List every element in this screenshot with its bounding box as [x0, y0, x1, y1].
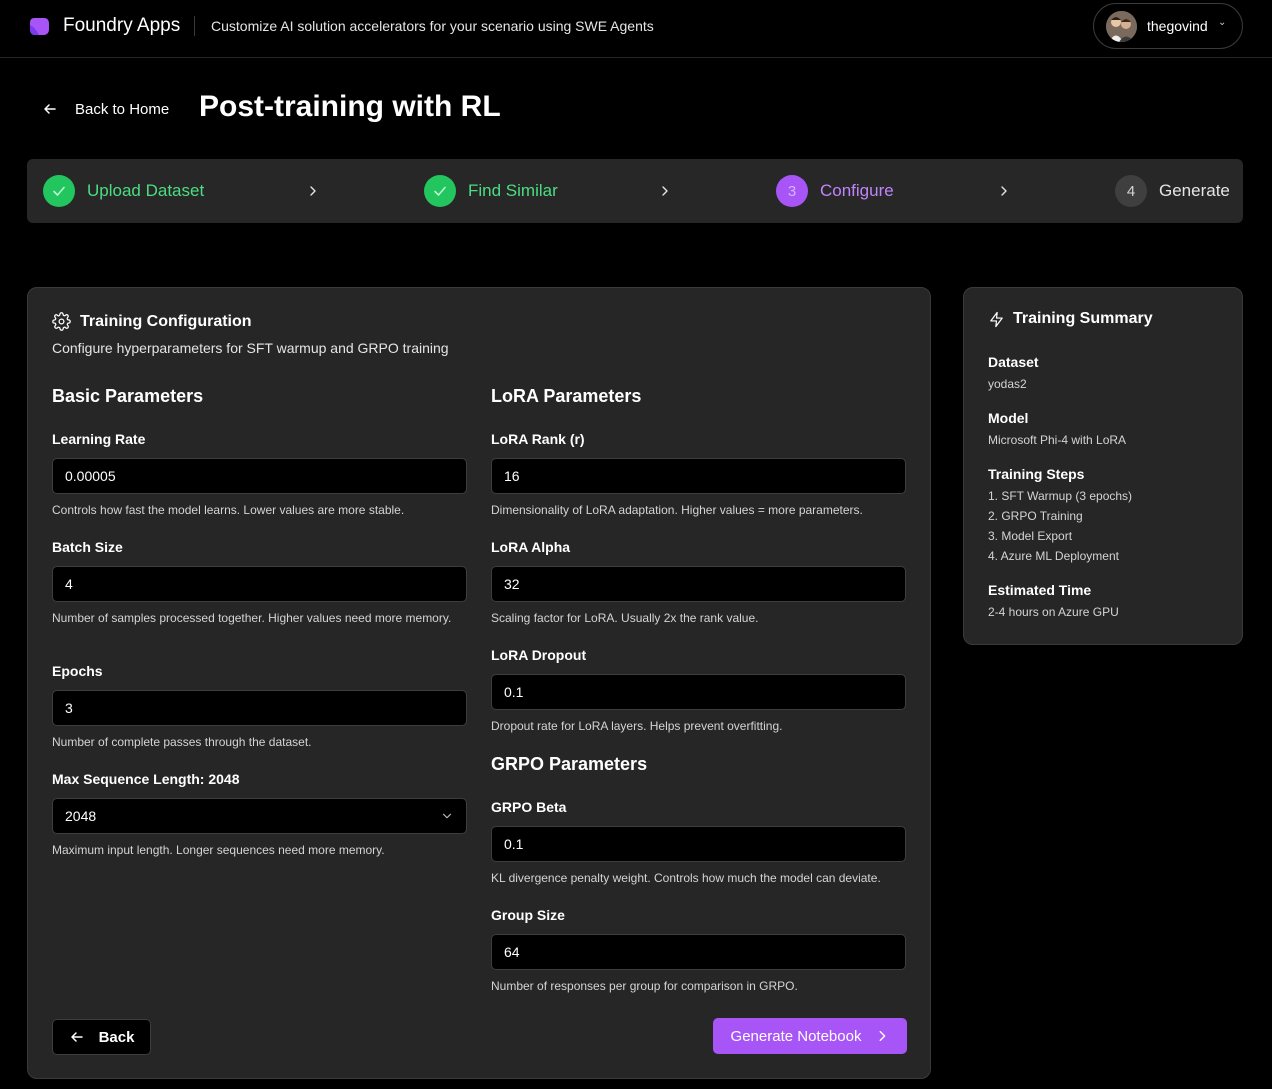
header-divider — [194, 16, 195, 36]
grpo-beta-input[interactable] — [491, 826, 906, 862]
arrow-left-icon — [44, 104, 56, 114]
summary-dataset-label: Dataset — [988, 354, 1039, 370]
summary-step-item: 4. Azure ML Deployment — [988, 549, 1119, 563]
epochs-label: Epochs — [52, 663, 103, 679]
back-button-label: Back — [98, 1028, 135, 1046]
summary-model-value: Microsoft Phi-4 with LoRA — [988, 433, 1127, 447]
chevron-down-icon — [442, 813, 452, 819]
lightning-icon — [990, 311, 1003, 327]
lora-dropout-label: LoRA Dropout — [491, 647, 587, 663]
max-sequence-length-label: Max Sequence Length: 2048 — [52, 771, 240, 787]
grpo-beta-help: KL divergence penalty weight. Controls h… — [491, 871, 881, 885]
batch-size-label: Batch Size — [52, 539, 123, 555]
step-upload-dataset[interactable]: Upload Dataset — [43, 175, 204, 207]
top-bar: Foundry Apps Customize AI solution accel… — [0, 0, 1272, 58]
chevron-right-icon — [310, 186, 316, 196]
learning-rate-help: Controls how fast the model learns. Lowe… — [52, 503, 405, 517]
training-configuration-card: Training Configuration Configure hyperpa… — [27, 287, 931, 1079]
step-label: Configure — [820, 181, 894, 200]
learning-rate-input[interactable] — [52, 458, 467, 494]
back-button[interactable]: Back — [52, 1019, 151, 1055]
batch-size-help: Number of samples processed together. Hi… — [52, 611, 452, 625]
back-to-home-link[interactable]: Back to Home — [42, 98, 169, 120]
learning-rate-label: Learning Rate — [52, 431, 146, 447]
card-title: Training Configuration — [80, 312, 252, 330]
header-tagline: Customize AI solution accelerators for y… — [211, 18, 654, 34]
summary-time-value: 2-4 hours on Azure GPU — [988, 605, 1119, 619]
generate-notebook-button[interactable]: Generate Notebook — [713, 1018, 907, 1054]
generate-notebook-label: Generate Notebook — [730, 1027, 862, 1045]
grpo-parameters-heading: GRPO Parameters — [491, 754, 648, 774]
back-to-home-label: Back to Home — [75, 100, 170, 118]
basic-parameters-heading: Basic Parameters — [52, 386, 204, 406]
summary-title: Training Summary — [1013, 310, 1153, 327]
foundry-logo-icon — [30, 18, 49, 35]
epochs-input[interactable] — [52, 690, 467, 726]
lora-dropout-help: Dropout rate for LoRA layers. Helps prev… — [491, 719, 783, 733]
summary-step-item: 2. GRPO Training — [988, 509, 1083, 523]
summary-step-item: 3. Model Export — [988, 529, 1073, 543]
check-icon — [424, 175, 456, 207]
group-size-input[interactable] — [491, 934, 906, 970]
epochs-help: Number of complete passes through the da… — [52, 735, 312, 749]
summary-header: Training Summary — [988, 310, 1153, 328]
username: thegovind — [1147, 18, 1208, 34]
gear-icon — [52, 312, 71, 331]
summary-dataset-value: yodas2 — [988, 377, 1027, 391]
chevron-right-icon — [662, 186, 668, 196]
lora-alpha-label: LoRA Alpha — [491, 539, 571, 555]
progress-stepper: Upload Dataset Find Similar 3 Configure … — [27, 159, 1243, 223]
max-sequence-length-help: Maximum input length. Longer sequences n… — [52, 843, 385, 857]
card-subtitle: Configure hyperparameters for SFT warmup… — [52, 340, 449, 356]
grpo-beta-label: GRPO Beta — [491, 799, 567, 815]
step-configure[interactable]: 3 Configure — [776, 175, 894, 207]
lora-alpha-input[interactable] — [491, 566, 906, 602]
max-sequence-length-value: 2048 — [65, 808, 97, 824]
chevron-right-icon — [1001, 186, 1007, 196]
lora-alpha-help: Scaling factor for LoRA. Usually 2x the … — [491, 611, 759, 625]
check-icon — [43, 175, 75, 207]
step-label: Generate — [1159, 181, 1230, 200]
summary-step-item: 1. SFT Warmup (3 epochs) — [988, 489, 1133, 503]
lora-dropout-input[interactable] — [491, 674, 906, 710]
lora-rank-label: LoRA Rank (r) — [491, 431, 585, 447]
chevron-down-icon: ⌄ — [1218, 17, 1227, 28]
step-label: Find Similar — [468, 181, 558, 200]
summary-model-label: Model — [988, 410, 1029, 426]
user-menu-button[interactable]: thegovind ⌄ — [1093, 3, 1243, 49]
summary-time-label: Estimated Time — [988, 582, 1092, 598]
group-size-help: Number of responses per group for compar… — [491, 979, 798, 993]
page-title: Post-training with RL — [199, 90, 501, 123]
arrow-left-icon — [70, 1032, 83, 1042]
step-generate[interactable]: 4 Generate — [1115, 175, 1230, 207]
lora-rank-help: Dimensionality of LoRA adaptation. Highe… — [491, 503, 863, 517]
training-summary-card: Training Summary Dataset yodas2 Model Mi… — [963, 287, 1243, 645]
step-number: 4 — [1115, 175, 1147, 207]
card-header: Training Configuration — [52, 312, 252, 331]
batch-size-input[interactable] — [52, 566, 467, 602]
avatar — [1106, 11, 1137, 42]
lora-parameters-heading: LoRA Parameters — [491, 386, 642, 406]
brand-name[interactable]: Foundry Apps — [63, 15, 180, 37]
max-sequence-length-select[interactable]: 2048 — [52, 798, 467, 834]
chevron-right-icon — [880, 1030, 886, 1042]
step-find-similar[interactable]: Find Similar — [424, 175, 558, 207]
lora-rank-input[interactable] — [491, 458, 906, 494]
step-number: 3 — [776, 175, 808, 207]
step-label: Upload Dataset — [87, 181, 205, 200]
group-size-label: Group Size — [491, 907, 565, 923]
summary-steps-label: Training Steps — [988, 466, 1085, 482]
